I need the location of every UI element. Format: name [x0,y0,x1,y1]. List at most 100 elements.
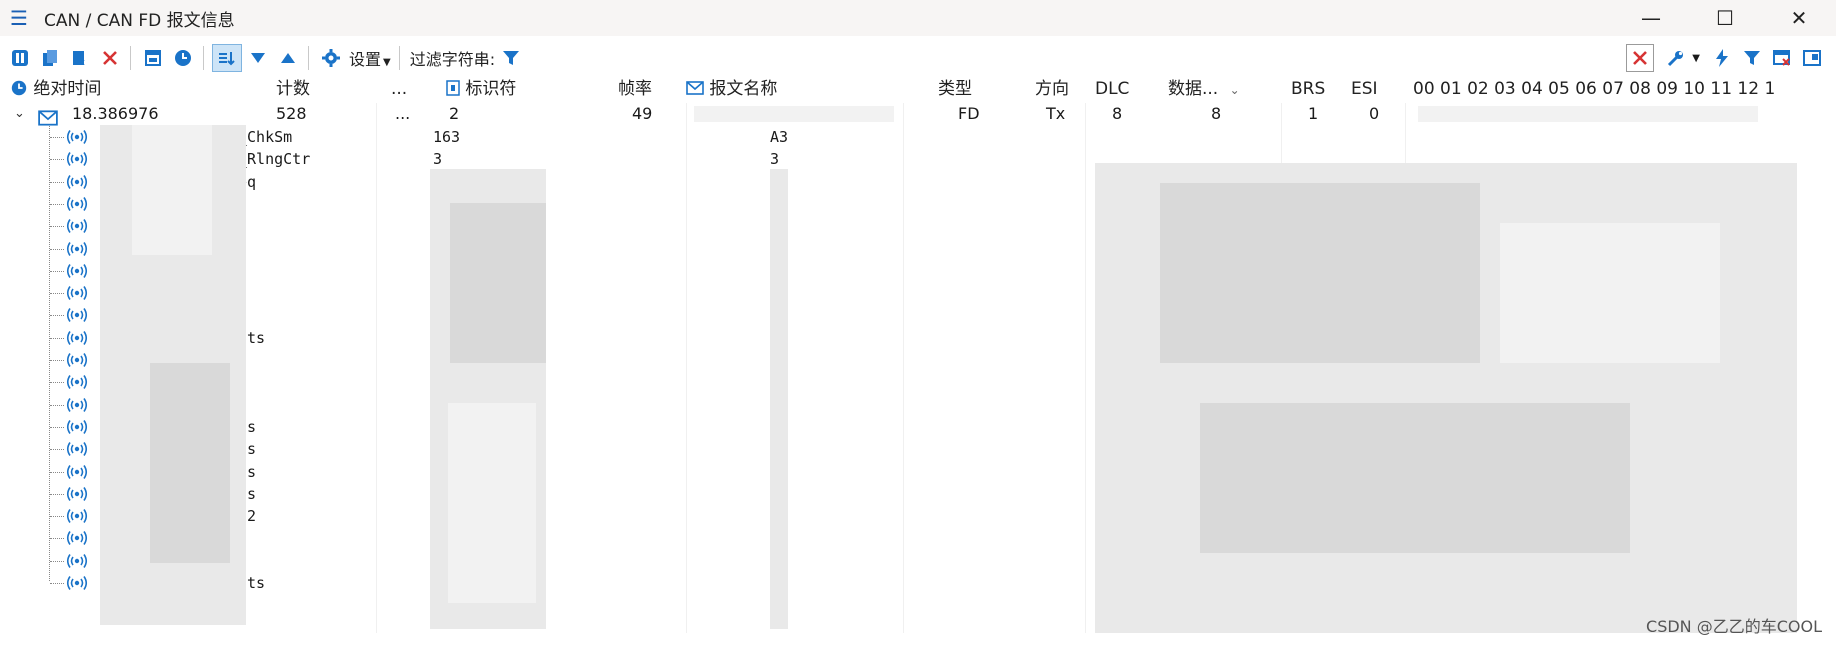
watermark: CSDN @乙乙的车COOL [1646,617,1822,636]
close-window-tool-button[interactable] [1768,44,1796,72]
export-button[interactable] [1798,44,1826,72]
tree-branch [50,449,64,451]
header-esi[interactable]: ESI [1351,78,1378,102]
message-direction: Tx [1046,104,1066,123]
copy-format-icon: c [73,51,85,68]
delete-button[interactable] [96,44,124,72]
copy-button[interactable] [36,44,64,72]
tree-branch [50,360,64,362]
header-msg-name[interactable]: 报文名称 [686,78,777,102]
signal-broadcast-icon [66,375,88,390]
svg-text:c: c [80,58,85,68]
settings-dropdown[interactable]: 设置 ▼ [349,46,391,70]
header-type[interactable]: 类型 [938,78,972,102]
signal-broadcast-icon [66,531,88,546]
settings-label: 设置 [349,50,382,69]
close-button[interactable]: ✕ [1762,0,1836,36]
menu-icon[interactable]: ☰ [10,8,32,28]
tree-branch [50,137,64,139]
redacted-block [448,403,536,603]
filter-icon [503,51,520,65]
signal-broadcast-icon [66,130,88,144]
message-data-length: 8 [1211,104,1222,123]
signal-broadcast-icon [66,219,88,234]
move-down-button[interactable] [244,44,272,72]
calendar-icon [145,50,161,66]
header-identifier[interactable]: 标识符 [446,78,516,102]
clear-icon [1633,51,1648,65]
lightning-icon [1716,49,1728,67]
header-data[interactable]: 数据... ⌄ [1168,78,1240,102]
header-dots[interactable]: ... [391,78,407,102]
pause-button[interactable] [6,44,34,72]
header-bytes[interactable]: 00 01 02 03 04 05 06 07 08 09 10 11 12 1 [1413,78,1775,102]
header-abs-time-label: 绝对时间 [33,79,102,99]
signal-broadcast-icon [66,442,88,457]
tree-branch [50,426,64,429]
message-count: 528 [276,104,307,123]
filter-button[interactable] [497,44,525,72]
clock-button[interactable] [169,44,197,72]
signal-broadcast-icon [66,419,88,434]
message-brs: 1 [1308,104,1319,123]
maximize-button[interactable]: ☐ [1688,0,1762,36]
signal-name: _ChkSm [238,128,293,146]
header-direction[interactable]: 方向 [1035,78,1069,102]
signal-broadcast-icon [66,152,88,167]
message-dlc: 8 [1112,104,1123,123]
tree-branch [50,226,64,228]
header-count[interactable]: 计数 [276,78,310,102]
tree-branch [50,471,64,474]
delete-icon [103,51,117,65]
message-dots: ... [395,104,411,123]
redacted-phys-values [770,169,788,629]
filter-settings-button[interactable] [1738,44,1766,72]
redacted-block [1160,183,1480,363]
redacted-block [1500,223,1720,363]
sort-button[interactable] [212,44,242,72]
signal-broadcast-icon [66,241,88,256]
message-esi: 0 [1369,104,1380,123]
move-up-button[interactable] [274,44,302,72]
message-type: FD [958,104,980,123]
tree-branch [50,270,64,273]
clear-filter-button[interactable] [1626,44,1655,72]
pause-icon [12,50,28,66]
tree-branch [50,248,64,251]
settings-gear[interactable] [317,44,345,72]
header-data-label: 数据... [1168,79,1219,99]
tools-button[interactable] [1662,44,1690,72]
caret-down-icon[interactable]: ▼ [1692,53,1700,64]
signal-row[interactable]: _ChkSm 163 A3 [0,126,1836,148]
minimize-button[interactable]: — [1614,0,1688,36]
tree-branch [50,293,64,295]
tree-branch [50,560,64,563]
message-id: 2 [449,104,460,123]
signal-broadcast-icon [66,486,88,501]
envelope-icon [686,81,704,95]
header-brs[interactable]: BRS [1291,78,1325,102]
message-time: 18.386976 [72,104,159,123]
header-abs-time[interactable]: 绝对时间 [10,78,101,102]
tree-branch [50,516,64,518]
calendar-button[interactable] [139,44,167,72]
redacted-block [132,125,212,255]
clock-icon [11,80,27,96]
tree-branch [50,382,64,384]
tree-branch [50,159,64,161]
chevron-down-icon: ⌄ [1229,83,1240,97]
signal-broadcast-icon [66,174,88,189]
expand-chevron-icon[interactable]: ⌄ [14,103,25,125]
identifier-icon [446,80,460,96]
copy-csv-button[interactable]: c [66,44,94,72]
header-frame-rate[interactable]: 帧率 [618,78,652,102]
trigger-button[interactable] [1708,44,1736,72]
header-dlc[interactable]: DLC [1095,78,1129,102]
tree-branch [50,583,64,585]
signal-broadcast-icon [66,464,88,479]
signal-raw-value: 3 [433,150,443,169]
signal-broadcast-icon [66,286,88,301]
window-controls: — ☐ ✕ [1614,0,1836,36]
signal-raw-value: 163 [433,128,461,146]
tree-branch [50,538,64,540]
